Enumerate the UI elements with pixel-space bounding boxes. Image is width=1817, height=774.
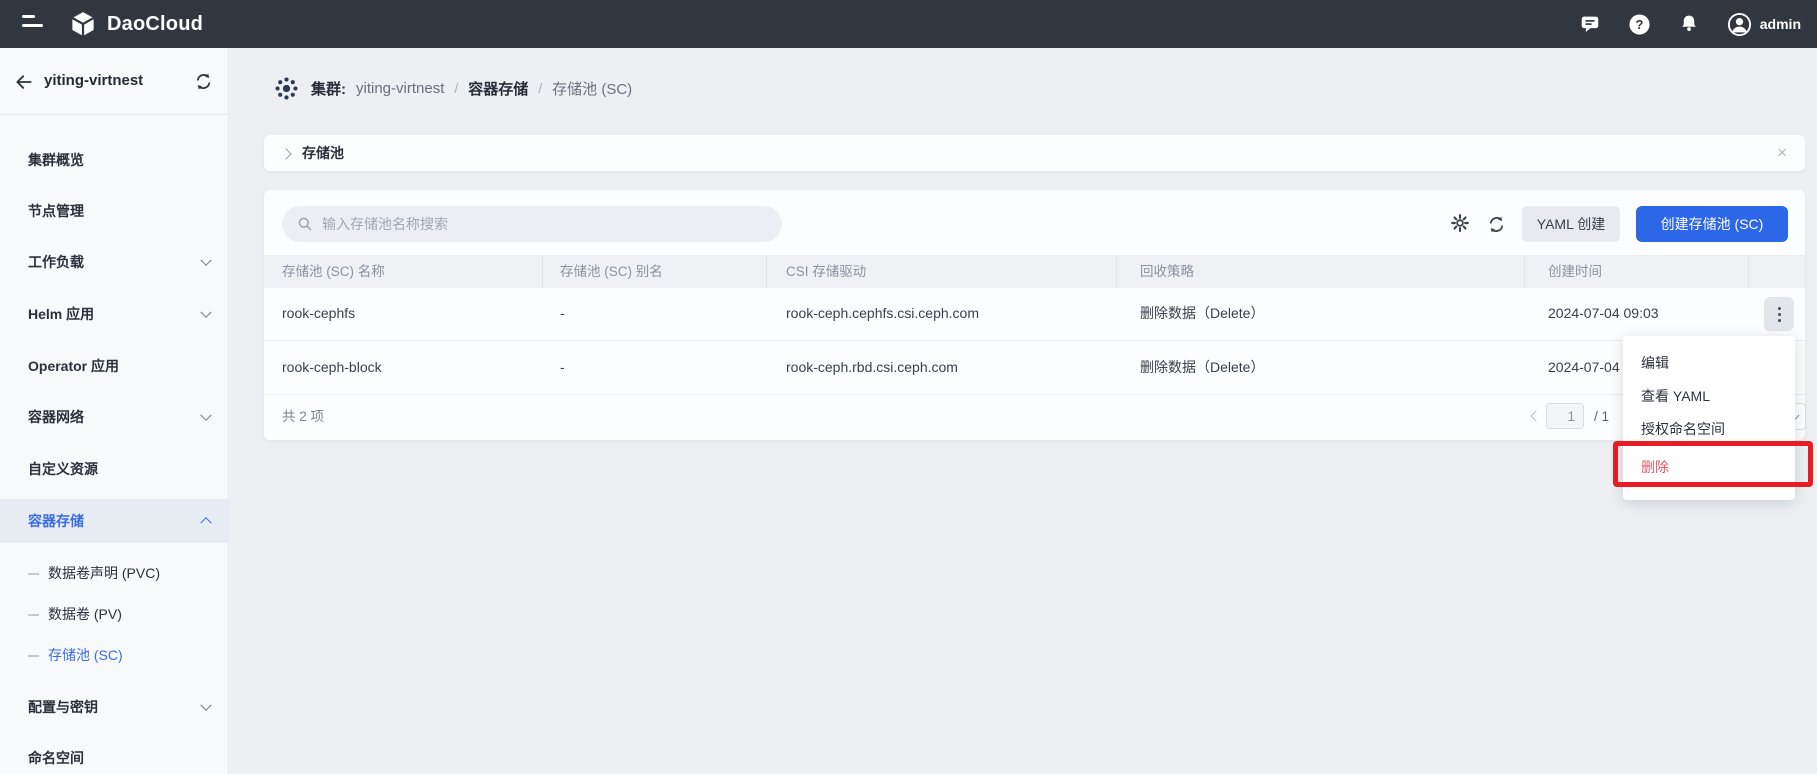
breadcrumb-separator: / bbox=[538, 80, 542, 96]
refresh-icon bbox=[1486, 214, 1507, 235]
sidebar-item[interactable]: 配置与密钥 bbox=[0, 685, 228, 729]
page-total: / 1 bbox=[1594, 393, 1609, 440]
prev-page-button[interactable] bbox=[1531, 412, 1540, 421]
cell-csi-driver: rook-ceph.rbd.csi.ceph.com bbox=[786, 341, 958, 394]
app: DaoCloud ? bbox=[0, 0, 1817, 774]
sidebar-item[interactable]: Helm 应用 bbox=[0, 292, 228, 336]
gear-icon bbox=[1450, 213, 1470, 233]
bell-icon bbox=[1678, 13, 1700, 35]
col-csi-driver: CSI 存储驱动 bbox=[786, 256, 866, 288]
svg-text:?: ? bbox=[1635, 16, 1643, 31]
table-body: rook-cephfs - rook-ceph.cephfs.csi.ceph.… bbox=[264, 287, 1805, 395]
cell-name: rook-cephfs bbox=[282, 287, 355, 340]
chevron-icon bbox=[200, 307, 211, 318]
pagination: 共 2 项 / 1 bbox=[264, 393, 1805, 440]
daocloud-logo-icon bbox=[68, 9, 98, 39]
breadcrumb-separator: / bbox=[454, 80, 458, 96]
banner-close-button[interactable]: × bbox=[1771, 135, 1793, 171]
table-row[interactable]: rook-cephfs - rook-ceph.cephfs.csi.ceph.… bbox=[264, 287, 1805, 341]
cluster-dots-icon bbox=[272, 74, 301, 103]
breadcrumb-section[interactable]: 容器存储 bbox=[468, 78, 528, 99]
sidebar-item[interactable]: 节点管理 bbox=[0, 189, 228, 233]
row-context-menu: 编辑 查看 YAML 授权命名空间 删除 bbox=[1623, 336, 1795, 500]
help-button[interactable]: ? bbox=[1628, 13, 1651, 36]
row-actions-button[interactable] bbox=[1764, 297, 1794, 331]
breadcrumb-cluster[interactable]: yiting-virtnest bbox=[356, 80, 444, 97]
sidebar-item[interactable]: 数据卷 (PV) bbox=[0, 596, 228, 632]
topbar: DaoCloud ? bbox=[0, 0, 1817, 48]
avatar-icon bbox=[1727, 12, 1752, 37]
table-header: 存储池 (SC) 名称 存储池 (SC) 别名 CSI 存储驱动 回收策略 创建… bbox=[264, 255, 1805, 288]
breadcrumb-prefix: 集群: bbox=[311, 78, 346, 99]
sidebar-item[interactable]: 容器存储 bbox=[0, 499, 228, 543]
sidebar-item[interactable]: 存储池 (SC) bbox=[0, 637, 228, 673]
refresh-button[interactable] bbox=[1486, 214, 1507, 238]
menu-item[interactable]: 删除 bbox=[1623, 445, 1795, 489]
brand-name: DaoCloud bbox=[107, 13, 203, 36]
expand-chevron-icon bbox=[280, 148, 291, 159]
user-menu[interactable]: admin bbox=[1727, 12, 1801, 37]
sidebar-menu: 集群概览 节点管理 工作负载 Helm 应用 Operator 应用 容器网络 bbox=[0, 48, 228, 774]
col-alias: 存储池 (SC) 别名 bbox=[560, 256, 663, 288]
chevron-icon bbox=[200, 255, 211, 266]
yaml-create-button[interactable]: YAML 创建 bbox=[1522, 206, 1620, 242]
banner-title: 存储池 bbox=[302, 135, 344, 171]
cell-reclaim-policy: 删除数据（Delete） bbox=[1140, 341, 1264, 394]
menu-toggle-button[interactable] bbox=[22, 14, 46, 34]
storage-pool-card: YAML 创建 创建存储池 (SC) 存储池 (SC) 名称 存储池 (SC) … bbox=[264, 190, 1805, 440]
messages-button[interactable] bbox=[1579, 13, 1601, 35]
col-reclaim-policy: 回收策略 bbox=[1140, 256, 1194, 288]
sidebar: yiting-virtnest 集群概览 节点管理 bbox=[0, 48, 229, 774]
page-input[interactable] bbox=[1546, 403, 1584, 429]
chevron-icon bbox=[200, 517, 211, 528]
cell-reclaim-policy: 删除数据（Delete） bbox=[1140, 287, 1264, 340]
sidebar-item[interactable]: 自定义资源 bbox=[0, 447, 228, 491]
col-name: 存储池 (SC) 名称 bbox=[282, 256, 385, 288]
cell-csi-driver: rook-ceph.cephfs.csi.ceph.com bbox=[786, 287, 979, 340]
help-icon: ? bbox=[1628, 13, 1651, 36]
sidebar-item[interactable]: 数据卷声明 (PVC) bbox=[0, 555, 228, 591]
username: admin bbox=[1760, 16, 1801, 32]
menu-item[interactable]: 编辑 bbox=[1623, 346, 1795, 379]
sidebar-item[interactable]: 集群概览 bbox=[0, 138, 228, 182]
cell-created-at: 2024-07-04 bbox=[1548, 341, 1620, 394]
cell-alias: - bbox=[560, 341, 565, 394]
notifications-button[interactable] bbox=[1678, 13, 1700, 35]
total-count: 共 2 项 bbox=[282, 393, 324, 440]
brand[interactable]: DaoCloud bbox=[68, 0, 203, 48]
storage-pool-banner[interactable]: 存储池 × bbox=[264, 135, 1805, 171]
cell-name: rook-ceph-block bbox=[282, 341, 382, 394]
sidebar-item[interactable]: 容器网络 bbox=[0, 395, 228, 439]
search-box bbox=[282, 206, 782, 242]
cell-created-at: 2024-07-04 09:03 bbox=[1548, 287, 1659, 340]
sidebar-item[interactable]: 命名空间 bbox=[0, 736, 228, 774]
settings-button[interactable] bbox=[1450, 213, 1470, 236]
menu-item[interactable]: 授权命名空间 bbox=[1623, 412, 1795, 445]
breadcrumb-current: 存储池 (SC) bbox=[552, 78, 632, 99]
create-storage-pool-button[interactable]: 创建存储池 (SC) bbox=[1636, 206, 1788, 242]
sidebar-item[interactable]: Operator 应用 bbox=[0, 344, 228, 388]
sidebar-item[interactable]: 工作负载 bbox=[0, 240, 228, 284]
topbar-actions: ? admin bbox=[1579, 0, 1801, 48]
search-input[interactable] bbox=[282, 206, 782, 242]
chevron-icon bbox=[200, 410, 211, 421]
breadcrumb: 集群: yiting-virtnest / 容器存储 / 存储池 (SC) bbox=[272, 70, 632, 106]
col-created-at: 创建时间 bbox=[1548, 256, 1602, 288]
chat-icon bbox=[1579, 13, 1601, 35]
cell-alias: - bbox=[560, 287, 565, 340]
table-row[interactable]: rook-ceph-block - rook-ceph.rbd.csi.ceph… bbox=[264, 341, 1805, 395]
menu-item[interactable]: 查看 YAML bbox=[1623, 379, 1795, 412]
chevron-icon bbox=[200, 700, 211, 711]
